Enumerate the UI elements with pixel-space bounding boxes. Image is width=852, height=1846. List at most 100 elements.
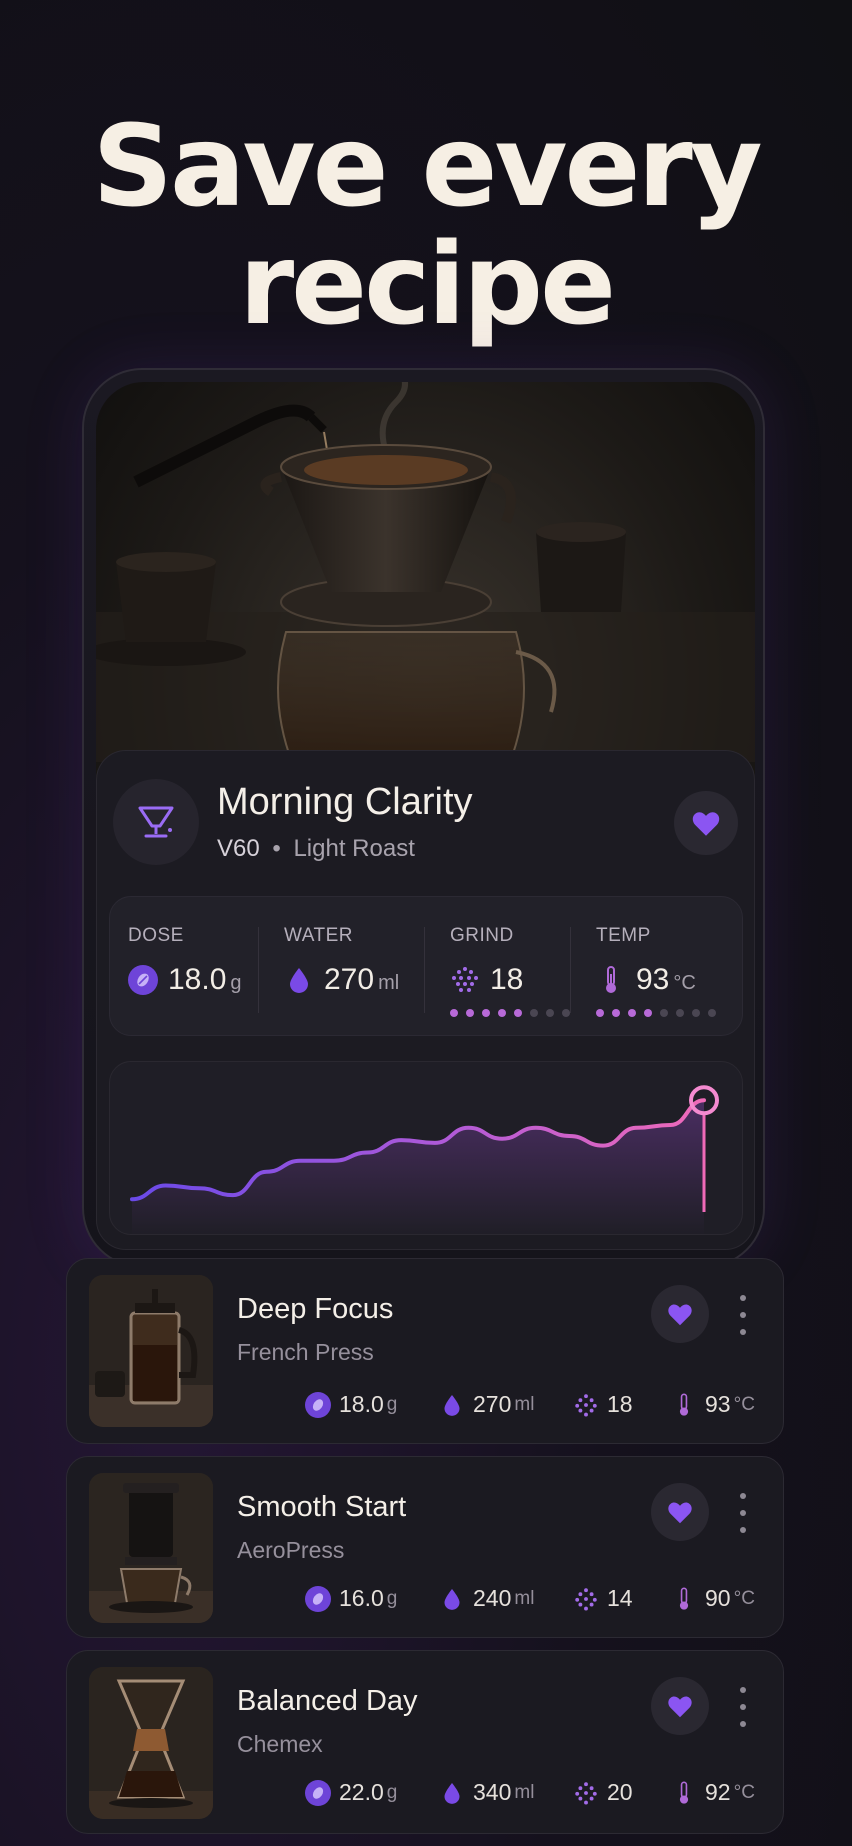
- level-dot: [612, 1009, 620, 1017]
- water-drop-icon: [284, 965, 314, 995]
- temp: 90 °C: [671, 1585, 755, 1612]
- level-dot: [708, 1009, 716, 1017]
- more-options-button[interactable]: [733, 1295, 753, 1335]
- recipe-roast: Light Roast: [293, 835, 415, 862]
- level-dot: [514, 1009, 522, 1017]
- aeropress-thumbnail: [89, 1473, 213, 1623]
- dose: 18.0 g: [305, 1391, 397, 1418]
- thermometer-icon: [671, 1586, 697, 1612]
- divider: [570, 927, 571, 1013]
- dose-value: 18.0 g: [128, 963, 242, 997]
- stat-temp: TEMP 93 °C: [596, 897, 736, 1037]
- grind: 14: [573, 1585, 633, 1612]
- extraction-chart-svg: [130, 1085, 719, 1234]
- favorite-button[interactable]: [674, 791, 738, 855]
- grind: 20: [573, 1779, 633, 1806]
- water: 240 ml: [439, 1585, 534, 1612]
- divider: [258, 927, 259, 1013]
- recipe-subtitle: V60 • Light Roast: [217, 835, 415, 863]
- more-vertical-icon: [740, 1295, 746, 1301]
- level-dot: [530, 1009, 538, 1017]
- more-vertical-icon: [740, 1493, 746, 1499]
- french-press-thumbnail: [89, 1275, 213, 1427]
- level-dot: [562, 1009, 570, 1017]
- grind: 18: [573, 1391, 633, 1418]
- thermometer-icon: [671, 1780, 697, 1806]
- water: 340 ml: [439, 1779, 534, 1806]
- grind-label: GRIND: [450, 925, 514, 946]
- water-drop-icon: [439, 1780, 465, 1806]
- stat-grind: GRIND 18: [450, 897, 580, 1037]
- level-dot: [498, 1009, 506, 1017]
- water-label: WATER: [284, 925, 353, 946]
- recipe-card-deep-focus[interactable]: Deep Focus French Press 18.0 g 270 ml 18 9…: [66, 1258, 784, 1444]
- headline: Save every recipe: [0, 108, 852, 344]
- recipe-method: French Press: [237, 1339, 374, 1365]
- recipe-title: Deep Focus: [237, 1293, 394, 1325]
- water-value: 270 ml: [284, 963, 399, 997]
- temp: 92 °C: [671, 1779, 755, 1806]
- more-vertical-icon: [740, 1687, 746, 1693]
- stat-dose: DOSE 18.0 g: [128, 897, 258, 1037]
- temp-label: TEMP: [596, 925, 651, 946]
- recipe-stats: 22.0 g 340 ml 20 92 °C: [237, 1779, 755, 1811]
- grind-dots-icon: [573, 1586, 599, 1612]
- recipe-card-balanced-day[interactable]: Balanced Day Chemex 22.0 g 340 ml 20 92 °C: [66, 1650, 784, 1834]
- recipe-title: Smooth Start: [237, 1491, 407, 1523]
- temp-level: [596, 1009, 716, 1017]
- headline-line-2: recipe: [238, 220, 616, 350]
- water-drop-icon: [439, 1392, 465, 1418]
- level-dot: [692, 1009, 700, 1017]
- grind-dots-icon: [573, 1392, 599, 1418]
- chart-area: [132, 1100, 704, 1234]
- level-dot: [482, 1009, 490, 1017]
- level-dot: [676, 1009, 684, 1017]
- level-dot: [596, 1009, 604, 1017]
- extraction-chart: [109, 1061, 743, 1235]
- coffee-bean-icon: [305, 1391, 331, 1418]
- recipe-stats: 16.0 g 240 ml 14 90 °C: [237, 1585, 755, 1617]
- coffee-bean-icon: [305, 1779, 331, 1806]
- water-drop-icon: [439, 1586, 465, 1612]
- separator: •: [272, 835, 281, 862]
- favorite-button[interactable]: [651, 1483, 709, 1541]
- grind-dots-icon: [573, 1780, 599, 1806]
- v60-dripper-icon: [138, 806, 174, 838]
- divider: [424, 927, 425, 1013]
- favorite-button[interactable]: [651, 1285, 709, 1343]
- temp-value: 93 °C: [596, 963, 696, 997]
- more-options-button[interactable]: [733, 1687, 753, 1727]
- dripper-badge: [113, 779, 199, 865]
- level-dot: [546, 1009, 554, 1017]
- heart-icon: [668, 1696, 692, 1718]
- thermometer-icon: [671, 1392, 697, 1418]
- recipe-title: Morning Clarity: [217, 781, 473, 823]
- recipe-card-smooth-start[interactable]: Smooth Start AeroPress 16.0 g 240 ml 14 90…: [66, 1456, 784, 1638]
- recipe-stats: 18.0 g 270 ml 18 93 °C: [237, 1391, 755, 1423]
- grind-value: 18: [450, 963, 523, 997]
- phone-mockup: Morning Clarity V60 • Light Roast DOSE 1…: [82, 368, 765, 1268]
- grind-dots-icon: [450, 965, 480, 995]
- headline-line-1: Save every: [92, 102, 762, 232]
- level-dot: [450, 1009, 458, 1017]
- dose: 22.0 g: [305, 1779, 397, 1806]
- temp: 93 °C: [671, 1391, 755, 1418]
- featured-recipe-card[interactable]: Morning Clarity V60 • Light Roast DOSE 1…: [96, 750, 755, 1250]
- heart-icon: [668, 1502, 692, 1524]
- favorite-button[interactable]: [651, 1677, 709, 1735]
- recipe-method: V60: [217, 835, 260, 862]
- chemex-thumbnail: [89, 1667, 213, 1819]
- coffee-bean-icon: [305, 1585, 331, 1612]
- water: 270 ml: [439, 1391, 534, 1418]
- thermometer-icon: [596, 965, 626, 995]
- level-dot: [466, 1009, 474, 1017]
- recipe-method: AeroPress: [237, 1537, 345, 1563]
- dose-label: DOSE: [128, 925, 184, 946]
- heart-icon: [692, 812, 720, 836]
- more-options-button[interactable]: [733, 1493, 753, 1533]
- coffee-bean-icon: [128, 965, 158, 995]
- grind-level: [450, 1009, 570, 1017]
- level-dot: [660, 1009, 668, 1017]
- stat-water: WATER 270 ml: [284, 897, 434, 1037]
- recipe-method: Chemex: [237, 1731, 323, 1757]
